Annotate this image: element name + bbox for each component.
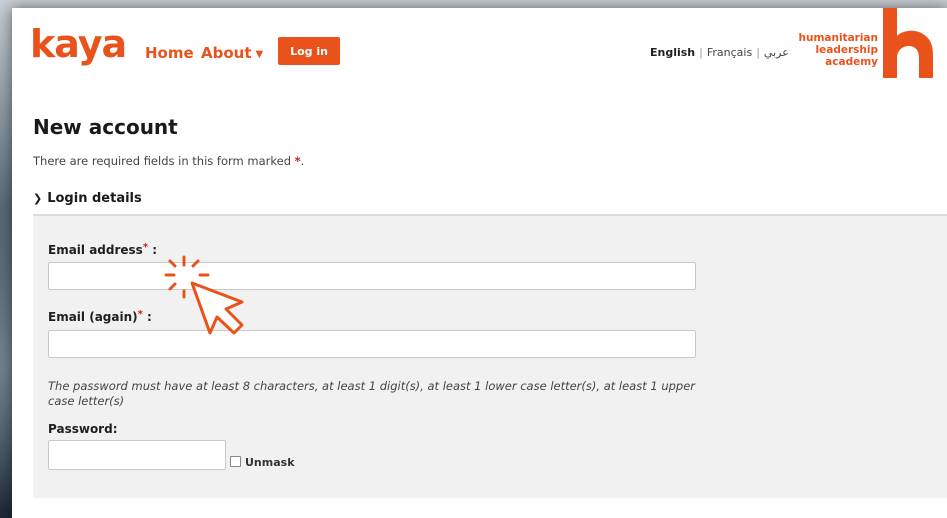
email-again-field[interactable] (48, 330, 696, 358)
email-label: Email address* : (48, 242, 157, 257)
checkbox-box[interactable] (230, 456, 241, 467)
login-details-toggle[interactable]: ❯ Login details (33, 191, 142, 206)
chevron-down-icon: ❯ (33, 192, 43, 205)
login-button[interactable]: Log in (278, 37, 340, 65)
lang-separator: | (699, 46, 703, 59)
required-note-text: There are required fields in this form m… (33, 154, 291, 168)
required-fields-note: There are required fields in this form m… (33, 154, 304, 168)
site-header: kaya Home About ▼ Log in English | Français… (12, 8, 947, 98)
password-policy-hint: The password must have at least 8 charac… (48, 379, 696, 408)
language-switcher: English | Français | عربي (650, 46, 789, 59)
label-colon: : (152, 243, 158, 257)
nav-home-link[interactable]: Home (145, 44, 194, 62)
email-again-label: Email (again)* : (48, 309, 152, 324)
email-label-text: Email address (48, 243, 143, 257)
hla-logo-text[interactable]: humanitarian leadership academy (799, 32, 879, 68)
email-again-label-text: Email (again) (48, 310, 138, 324)
unmask-checkbox[interactable]: Unmask (230, 456, 295, 469)
nav-about-menu[interactable]: About ▼ (201, 44, 263, 62)
hla-line-3: academy (825, 56, 878, 68)
page-title: New account (33, 115, 178, 139)
email-field[interactable] (48, 262, 696, 290)
hla-line-1: humanitarian (798, 32, 879, 44)
login-details-fieldset: Email address* : Email (again)* : The pa… (33, 214, 947, 498)
label-colon: : (147, 310, 152, 324)
section-title: Login details (47, 191, 142, 206)
password-label: Password: (48, 422, 118, 436)
hla-h-logo-icon[interactable] (881, 8, 935, 78)
required-note-end: . (300, 154, 305, 168)
required-star-icon: * (137, 309, 143, 320)
lang-english[interactable]: English (650, 46, 695, 59)
lang-separator: | (756, 46, 760, 59)
nav-about-label: About (201, 44, 252, 62)
kaya-logo[interactable]: kaya (30, 22, 127, 66)
lang-arabic[interactable]: عربي (764, 46, 789, 59)
browser-page: kaya Home About ▼ Log in English | Français… (12, 8, 947, 518)
chevron-down-icon: ▼ (255, 49, 264, 60)
unmask-label: Unmask (245, 456, 295, 469)
hla-line-2: leadership (815, 44, 878, 56)
lang-french[interactable]: Français (707, 46, 752, 59)
required-star-icon: * (142, 242, 149, 253)
password-field[interactable] (48, 440, 226, 470)
